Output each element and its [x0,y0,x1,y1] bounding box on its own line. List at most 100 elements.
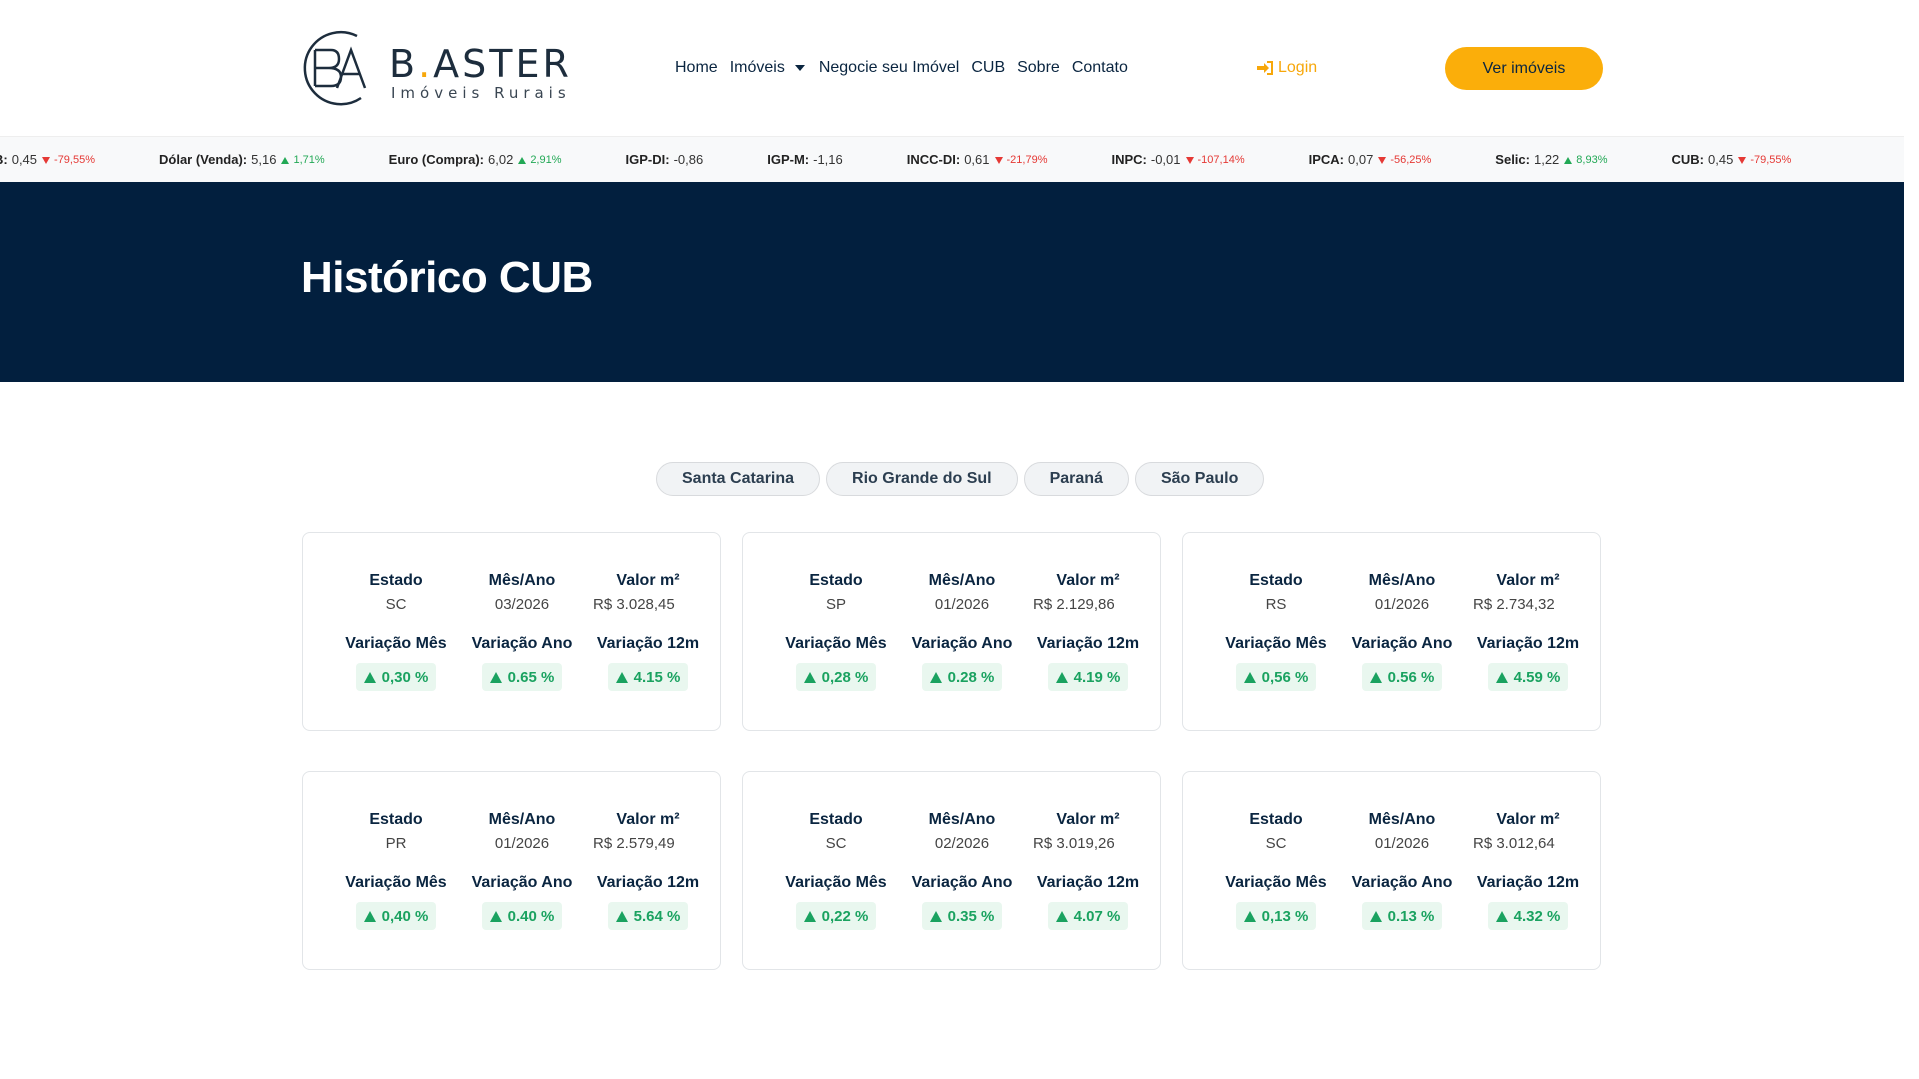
nav-imoveis[interactable]: Imóveis [730,58,785,78]
logo-name: B.ASTER [389,42,572,86]
triangle-up-icon [1564,156,1573,164]
variacao-12m-value: 4.32 % [1513,907,1561,925]
variacao-12m-badge: 4.32 % [1487,902,1569,930]
mes-ano-label: Mês/Ano [1368,572,1436,589]
valor-value: R$ 3.028,45 [593,596,675,613]
triangle-up-icon [615,910,628,922]
variacao-mes-value: 0,40 % [381,907,429,925]
ticker-item-name: IGP-M: [767,152,810,167]
ticker-item-variation: -21,79% [1006,154,1048,166]
variacao-12m-badge: 4.19 % [1047,663,1129,691]
ticker-item: Selic: 1,22 8,93% [1495,152,1607,168]
card-grid: Estado Mês/Ano Valor m² SC 02/2026 R$ 3.… [773,810,1151,930]
ticker-item-value: 0,45 [1708,152,1734,167]
mes-ano-label: Mês/Ano [488,572,556,589]
ticker-track: B:0,45-79,55%Dólar (Venda):5,161,71%Euro… [0,137,1855,182]
variacao-mes-label: Variação Mês [1225,874,1327,891]
caret-down-icon[interactable] [794,65,805,71]
triangle-up-icon [1369,910,1382,922]
triangle-up-icon [1243,910,1256,922]
ticker-item-variation: -56,25% [1390,154,1432,166]
triangle-up-icon [518,156,527,164]
ticker-item-variation: 8,93% [1576,154,1608,166]
variacao-12m-label: Variação 12m [1476,635,1580,652]
ticker-item-name: Selic: [1495,152,1530,167]
variacao-mes-value: 0,28 % [821,668,869,686]
mes-ano-value: 01/2026 [1374,835,1430,852]
nav-contato[interactable]: Contato [1072,58,1128,78]
ticker-item: IPCA: 0,07 -56,25% [1309,152,1432,168]
nav-cub[interactable]: CUB [971,58,1005,78]
valor-label: Valor m² [1056,572,1120,589]
valor-value: R$ 3.012,64 [1473,835,1555,852]
ticker-item-variation: 2,91% [530,154,562,166]
valor-value: R$ 2.129,86 [1033,596,1115,613]
variacao-ano-badge: 0.40 % [481,902,563,930]
triangle-down-icon [42,156,51,164]
cub-card: Estado Mês/Ano Valor m² SP 01/2026 R$ 2.… [742,532,1161,731]
variacao-mes-label: Variação Mês [345,874,447,891]
variacao-mes-badge: 0,30 % [355,663,437,691]
nav-sobre[interactable]: Sobre [1017,58,1060,78]
nav-home[interactable]: Home [675,58,718,78]
nav-negocie[interactable]: Negocie seu Imóvel [819,58,960,78]
triangle-up-icon [281,156,290,164]
variacao-mes-badge: 0,22 % [795,902,877,930]
ticker-item-value: -0,86 [673,152,704,167]
variacao-12m-value: 4.15 % [633,668,681,686]
estado-label: Estado [369,572,423,589]
logo-mark-icon [303,30,367,106]
ticker-item: Euro (Compra): 6,02 2,91% [389,152,562,168]
triangle-up-icon [1055,671,1068,683]
cub-card: Estado Mês/Ano Valor m² RS 01/2026 R$ 2.… [1182,532,1601,731]
triangle-up-icon [803,671,816,683]
valor-label: Valor m² [1496,811,1560,828]
card-grid: Estado Mês/Ano Valor m² SC 01/2026 R$ 3.… [1213,810,1591,930]
mes-ano-label: Mês/Ano [928,811,996,828]
page: B.ASTER Imóveis Rurais Home Imóveis Nego… [0,0,1904,1079]
variacao-ano-badge: 0.35 % [921,902,1003,930]
ticker-item-variation: -107,14% [1197,154,1245,166]
estado-label: Estado [809,572,863,589]
variacao-mes-badge: 0,40 % [355,902,437,930]
tab-parana[interactable]: Paraná [1023,462,1129,496]
ticker-item-name: IPCA: [1308,152,1344,167]
ticker-item-name: IGP-DI: [625,152,670,167]
variacao-12m-label: Variação 12m [1476,874,1580,891]
ticker-item-variation: -79,55% [54,154,96,166]
ticker-item-name: CUB: [1671,152,1705,167]
estado-value: SC [385,596,407,613]
ticker-item-value: 0,07 [1348,152,1374,167]
ticker-item-variation: -79,55% [1750,154,1792,166]
variacao-mes-label: Variação Mês [785,874,887,891]
tab-rio-grande-do-sul[interactable]: Rio Grande do Sul [826,462,1018,496]
variacao-ano-badge: 0.13 % [1361,902,1443,930]
ticker-item-name: INCC-DI: [906,152,961,167]
variacao-mes-label: Variação Mês [785,635,887,652]
login-link[interactable]: Login [1257,58,1317,78]
ticker-item-value: 5,16 [251,152,277,167]
variacao-12m-label: Variação 12m [1036,874,1140,891]
valor-value: R$ 2.734,32 [1473,596,1555,613]
mes-ano-value: 01/2026 [494,835,550,852]
triangle-up-icon [1055,910,1068,922]
variacao-ano-value: 0.65 % [507,668,555,686]
mes-ano-value: 02/2026 [934,835,990,852]
triangle-down-icon [1185,156,1194,164]
mes-ano-label: Mês/Ano [1368,811,1436,828]
ticker-item-value: 1,22 [1533,152,1560,167]
tab-santa-catarina[interactable]: Santa Catarina [656,462,821,496]
indices-ticker: B:0,45-79,55%Dólar (Venda):5,161,71%Euro… [0,136,1904,182]
ver-imoveis-button[interactable]: Ver imóveis [1445,47,1603,90]
card-grid: Estado Mês/Ano Valor m² SC 03/2026 R$ 3.… [333,571,711,691]
card-grid: Estado Mês/Ano Valor m² SP 01/2026 R$ 2.… [773,571,1151,691]
variacao-ano-value: 0.56 % [1387,668,1435,686]
variacao-12m-badge: 4.59 % [1487,663,1569,691]
ticker-item-value: -0,01 [1150,152,1181,167]
variacao-12m-badge: 4.07 % [1047,902,1129,930]
variacao-mes-label: Variação Mês [1225,635,1327,652]
tab-sao-paulo[interactable]: São Paulo [1134,462,1265,496]
site-logo[interactable]: B.ASTER Imóveis Rurais [301,28,569,108]
variacao-ano-value: 0.28 % [947,668,995,686]
valor-value: R$ 2.579,49 [593,835,675,852]
